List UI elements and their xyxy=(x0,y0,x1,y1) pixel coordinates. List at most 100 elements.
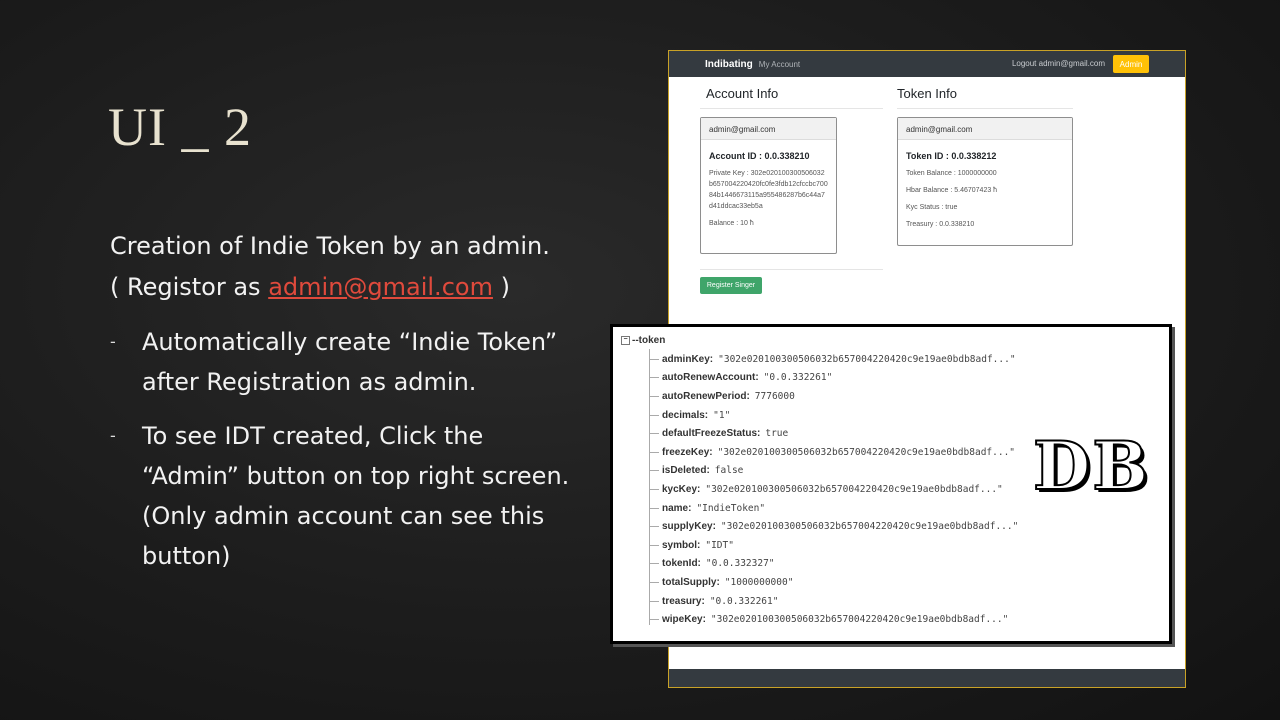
register-singer-button[interactable]: Register Singer xyxy=(700,277,762,294)
tree-branch xyxy=(649,414,659,416)
db-field-key: name: xyxy=(662,502,692,514)
db-field-key: kycKey: xyxy=(662,483,701,495)
db-field-row: tokenId: "0.0.332327" xyxy=(649,555,1018,574)
token-id: Token ID : 0.0.338212 xyxy=(906,151,997,161)
admin-button[interactable]: Admin xyxy=(1113,55,1149,73)
nav-my-account[interactable]: My Account xyxy=(759,60,800,69)
tree-branch xyxy=(649,507,659,509)
bullet-text: Automatically create “Indie Token” after… xyxy=(142,328,558,396)
db-field-value: "0.0.332261" xyxy=(763,372,833,384)
db-field-row: decimals: "1" xyxy=(649,406,1018,425)
db-field-value: "IndieToken" xyxy=(696,502,766,514)
db-field-key: wipeKey: xyxy=(662,614,706,626)
token-card: admin@gmail.com Token ID : 0.0.338212 To… xyxy=(897,117,1073,246)
db-root-dash: -- xyxy=(632,335,639,346)
db-field-key: adminKey: xyxy=(662,353,714,365)
db-field-key: treasury: xyxy=(662,595,705,607)
db-label: DB xyxy=(1032,426,1151,506)
intro-prefix: ( Registor as xyxy=(110,273,269,301)
db-field-row: wipeKey: "302e020100300506032b65700422042… xyxy=(649,610,1018,629)
tree-branch xyxy=(649,358,659,360)
tree-branch xyxy=(649,563,659,565)
account-card: admin@gmail.com Account ID : 0.0.338210 … xyxy=(700,117,837,254)
slide-title: UI _ 2 xyxy=(108,97,252,157)
db-field-row: defaultFreezeStatus: true xyxy=(649,424,1018,443)
account-card-email: admin@gmail.com xyxy=(701,118,836,140)
kyc-status: Kyc Status : true xyxy=(906,204,958,211)
db-field-value: "IDT" xyxy=(705,539,734,551)
db-fields: adminKey: "302e020100300506032b6570042204… xyxy=(649,350,1018,629)
db-field-value: "302e020100300506032b657004220420c9e19ae… xyxy=(717,446,1016,458)
db-field-value: false xyxy=(714,465,744,477)
db-field-row: treasury: "0.0.332261" xyxy=(649,592,1018,611)
db-field-key: decimals: xyxy=(662,409,709,421)
tree-branch xyxy=(649,488,659,490)
intro-suffix: ) xyxy=(492,273,510,301)
tree-branch xyxy=(649,451,659,453)
intro-text: Creation of Indie Token by an admin. ( R… xyxy=(110,226,590,308)
db-field-key: defaultFreezeStatus: xyxy=(662,428,761,440)
navbar: Indibating My Account Logout admin@gmail… xyxy=(669,51,1185,77)
db-field-row: autoRenewAccount: "0.0.332261" xyxy=(649,369,1018,388)
bullet-dash: - xyxy=(110,332,116,351)
db-field-row: name: "IndieToken" xyxy=(649,499,1018,518)
tree-branch xyxy=(649,395,659,397)
footer xyxy=(669,669,1185,687)
db-field-row: totalSupply: "1000000000" xyxy=(649,573,1018,592)
db-field-row: isDeleted: false xyxy=(649,462,1018,481)
db-field-key: autoRenewPeriod: xyxy=(662,390,750,402)
account-balance: Balance : 10 ħ xyxy=(709,220,754,227)
bullet-item: - To see IDT created, Click the “Admin” b… xyxy=(110,416,580,576)
admin-email-link[interactable]: admin@gmail.com xyxy=(268,273,493,301)
db-root-node[interactable]: − -- token xyxy=(621,335,665,346)
tree-branch xyxy=(649,526,659,528)
db-field-value: "302e020100300506032b657004220420c9e19ae… xyxy=(718,353,1016,365)
tree-branch xyxy=(649,377,659,379)
account-info-heading: Account Info xyxy=(706,86,779,101)
db-field-value: "302e020100300506032b657004220420c9e19ae… xyxy=(705,483,1003,495)
db-field-key: totalSupply: xyxy=(662,576,720,588)
db-field-row: freezeKey: "302e020100300506032b657004220… xyxy=(649,443,1018,462)
bullet-list: - Automatically create “Indie Token” afte… xyxy=(110,322,580,590)
treasury: Treasury : 0.0.338210 xyxy=(906,221,975,228)
token-info-heading: Token Info xyxy=(897,86,957,101)
db-panel: − -- token adminKey: "302e020100300506032… xyxy=(610,324,1172,644)
db-field-key: tokenId: xyxy=(662,558,701,570)
logout-link[interactable]: Logout admin@gmail.com xyxy=(1012,59,1105,68)
tree-branch xyxy=(649,433,659,435)
intro-line-2: ( Registor as admin@gmail.com ) xyxy=(110,267,590,308)
token-card-email: admin@gmail.com xyxy=(898,118,1072,140)
db-field-key: freezeKey: xyxy=(662,446,713,458)
collapse-minus-icon[interactable]: − xyxy=(621,336,630,345)
db-field-row: kycKey: "302e020100300506032b657004220420… xyxy=(649,480,1018,499)
intro-line-1: Creation of Indie Token by an admin. xyxy=(110,232,550,260)
db-field-value: "0.0.332327" xyxy=(705,558,775,570)
bullet-dash: - xyxy=(110,426,116,445)
db-field-key: autoRenewAccount: xyxy=(662,372,759,384)
divider xyxy=(700,269,883,270)
db-field-value: "0.0.332261" xyxy=(709,595,779,607)
db-field-row: supplyKey: "302e020100300506032b657004220… xyxy=(649,517,1018,536)
db-field-row: autoRenewPeriod: 7776000 xyxy=(649,387,1018,406)
divider xyxy=(700,108,883,109)
brand-logo[interactable]: Indibating xyxy=(705,59,753,70)
db-field-value: "1" xyxy=(713,409,731,421)
db-field-value: 7776000 xyxy=(754,390,795,402)
db-root-label: token xyxy=(638,335,666,346)
db-field-value: "302e020100300506032b657004220420c9e19ae… xyxy=(710,614,1009,626)
hbar-balance: Hbar Balance : 5.46707423 ħ xyxy=(906,187,998,194)
tree-branch xyxy=(649,600,659,602)
account-id: Account ID : 0.0.338210 xyxy=(709,151,810,161)
private-key: Private Key : 302e020100300506032b657004… xyxy=(709,170,828,210)
db-field-value: "302e020100300506032b657004220420c9e19ae… xyxy=(720,521,1019,533)
tree-branch xyxy=(649,470,659,472)
db-field-key: supplyKey: xyxy=(662,521,716,533)
db-field-row: symbol: "IDT" xyxy=(649,536,1018,555)
tree-branch xyxy=(649,544,659,546)
db-field-value: "1000000000" xyxy=(724,576,794,588)
db-field-key: isDeleted: xyxy=(662,465,710,477)
tree-branch xyxy=(649,581,659,583)
db-field-row: adminKey: "302e020100300506032b6570042204… xyxy=(649,350,1018,369)
tree-branch xyxy=(649,619,659,621)
db-field-value: true xyxy=(765,428,789,440)
